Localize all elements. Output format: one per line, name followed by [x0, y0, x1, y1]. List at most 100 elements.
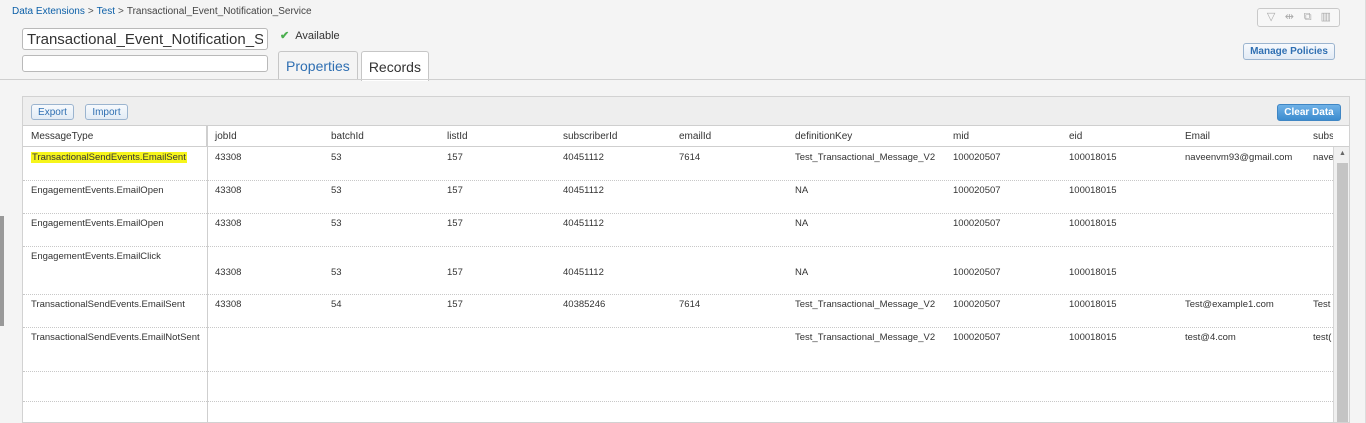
clear-data-button[interactable]: Clear Data — [1277, 104, 1341, 121]
table-cell: NA — [787, 218, 945, 229]
table-row[interactable]: EngagementEvents.EmailOpen 43308 53 157 4045… — [23, 181, 1333, 214]
table-cell: 100020507 — [945, 299, 1061, 310]
cell-text: 100020507 — [953, 299, 1001, 310]
filter-icon[interactable]: ▽ — [1264, 9, 1278, 26]
column-header[interactable]: eid — [1061, 126, 1177, 147]
cell-text: 157 — [447, 185, 463, 196]
breadcrumb-separator: > — [87, 6, 94, 17]
table-row[interactable]: TransactionalSendEvents.EmailSent 43308 54… — [23, 295, 1333, 328]
trash-icon[interactable]: ▥ — [1319, 9, 1333, 26]
cell-text: 100018015 — [1069, 332, 1117, 343]
table-cell: test@4.com — [1177, 332, 1305, 343]
cell-text: 157 — [447, 218, 463, 229]
cell-text: Test — [1313, 299, 1331, 310]
table-cell: 43308 — [207, 185, 323, 196]
table-cell: 53 — [323, 218, 439, 229]
table-cell: 157 — [439, 267, 555, 278]
table-cell: Test@example1.com — [1177, 299, 1305, 310]
breadcrumb-test[interactable]: Test — [97, 6, 115, 17]
breadcrumb-separator: > — [118, 6, 124, 17]
cell-text: 100018015 — [1069, 299, 1117, 310]
cell-text: NA — [795, 267, 809, 278]
cell-text: Test_Transactional_Message_V2 — [795, 299, 936, 310]
table-cell: 43308 — [207, 267, 323, 278]
column-header[interactable]: emailId — [671, 126, 787, 147]
column-header[interactable]: batchId — [323, 126, 439, 147]
table-row[interactable]: TransactionalSendEvents.EmailNotSent Test… — [23, 328, 1333, 372]
table-cell: NA — [787, 185, 945, 196]
cell-text: 40451112 — [563, 185, 604, 196]
table-cell: 100020507 — [945, 267, 1061, 278]
table-cell: 40385246 — [555, 299, 671, 310]
cell-text: 100018015 — [1069, 152, 1117, 163]
manage-policies-button[interactable]: Manage Policies — [1243, 43, 1335, 60]
table-cell: Test_Transactional_Message_V2 — [787, 152, 945, 163]
column-header[interactable]: listId — [439, 126, 555, 147]
records-panel: Export Import Clear Data MessageType jobI… — [22, 96, 1350, 423]
table-cell: 100020507 — [945, 218, 1061, 229]
scroll-up-icon[interactable]: ▲ — [1334, 147, 1349, 161]
table-cell: 157 — [439, 185, 555, 196]
tab-bar: Properties Records — [278, 51, 432, 81]
column-header[interactable]: MessageType — [23, 126, 207, 147]
table-cell: 100018015 — [1061, 152, 1177, 163]
icon-toolbar: ▽ ⇹ ⧉ ▥ — [1257, 8, 1340, 27]
tab-properties[interactable]: Properties — [278, 51, 358, 80]
tab-records[interactable]: Records — [360, 51, 429, 81]
cell-text: 43308 — [215, 299, 242, 310]
cell-text: EngagementEvents.EmailOpen — [31, 218, 164, 229]
cell-text: TransactionalSendEvents.EmailSent — [31, 299, 185, 310]
cell-text: 100020507 — [953, 267, 1001, 278]
table-cell: Test_Transactional_Message_V2 — [787, 299, 945, 310]
cell-text: 157 — [447, 299, 463, 310]
table-row[interactable]: EngagementEvents.EmailOpen 43308 53 157 4045… — [23, 214, 1333, 247]
cell-text: 157 — [447, 152, 463, 163]
column-header[interactable]: Email — [1177, 126, 1305, 147]
cell-text: 53 — [331, 185, 342, 196]
swap-icon[interactable]: ⇹ — [1282, 9, 1296, 26]
data-extension-name-input[interactable] — [22, 28, 268, 50]
vertical-scrollbar[interactable]: ▲ — [1333, 147, 1349, 422]
copy-icon[interactable]: ⧉ — [1301, 9, 1315, 26]
cell-text: Test@example1.com — [1185, 299, 1274, 310]
cell-text: 7614 — [679, 152, 701, 163]
cell-text: 100018015 — [1069, 267, 1117, 278]
table-cell: nave — [1305, 152, 1333, 163]
table-cell: 157 — [439, 299, 555, 310]
table-cell: TransactionalSendEvents.EmailSent — [23, 299, 207, 310]
table-cell: 100018015 — [1061, 185, 1177, 196]
cell-text: nave — [1313, 152, 1333, 163]
table-cell: 54 — [323, 299, 439, 310]
cell-text: test@4.com — [1185, 332, 1236, 343]
table-row[interactable]: TransactionalSendEvents.EmailSent 43308 53… — [23, 148, 1333, 181]
table-cell: TransactionalSendEvents.EmailSent — [23, 152, 207, 163]
breadcrumb-data-extensions[interactable]: Data Extensions — [12, 6, 85, 17]
cell-text: 43308 — [215, 267, 242, 278]
table-cell: EngagementEvents.EmailClick — [23, 251, 207, 262]
table-row[interactable]: EngagementEvents.EmailClick 43308 53 157 404… — [23, 247, 1333, 295]
table-cell: 100020507 — [945, 185, 1061, 196]
column-header[interactable]: subscriberId — [555, 126, 671, 147]
column-header[interactable]: mid — [945, 126, 1061, 147]
table-cell: TransactionalSendEvents.EmailNotSent — [23, 332, 207, 343]
side-panel-handle[interactable] — [0, 216, 4, 326]
table-cell: 40451112 — [555, 218, 671, 229]
data-extension-description-input[interactable] — [22, 55, 268, 72]
table-cell: 43308 — [207, 299, 323, 310]
column-header[interactable]: subscrib — [1305, 126, 1333, 147]
import-button[interactable]: Import — [85, 104, 128, 120]
scroll-thumb[interactable] — [1337, 163, 1348, 422]
table-cell: 40451112 — [555, 185, 671, 196]
cell-text: 100020507 — [953, 218, 1001, 229]
export-button[interactable]: Export — [31, 104, 74, 120]
cell-text: 43308 — [215, 218, 242, 229]
table-cell: 100020507 — [945, 332, 1061, 343]
table-cell: 7614 — [671, 299, 787, 310]
table-row-empty — [23, 372, 1333, 402]
cell-text: 100018015 — [1069, 218, 1117, 229]
status-label: Available — [295, 30, 340, 42]
column-header[interactable]: jobId — [207, 126, 323, 147]
column-header[interactable]: definitionKey — [787, 126, 945, 147]
cell-text: 53 — [331, 152, 342, 163]
table-cell: 53 — [323, 267, 439, 278]
